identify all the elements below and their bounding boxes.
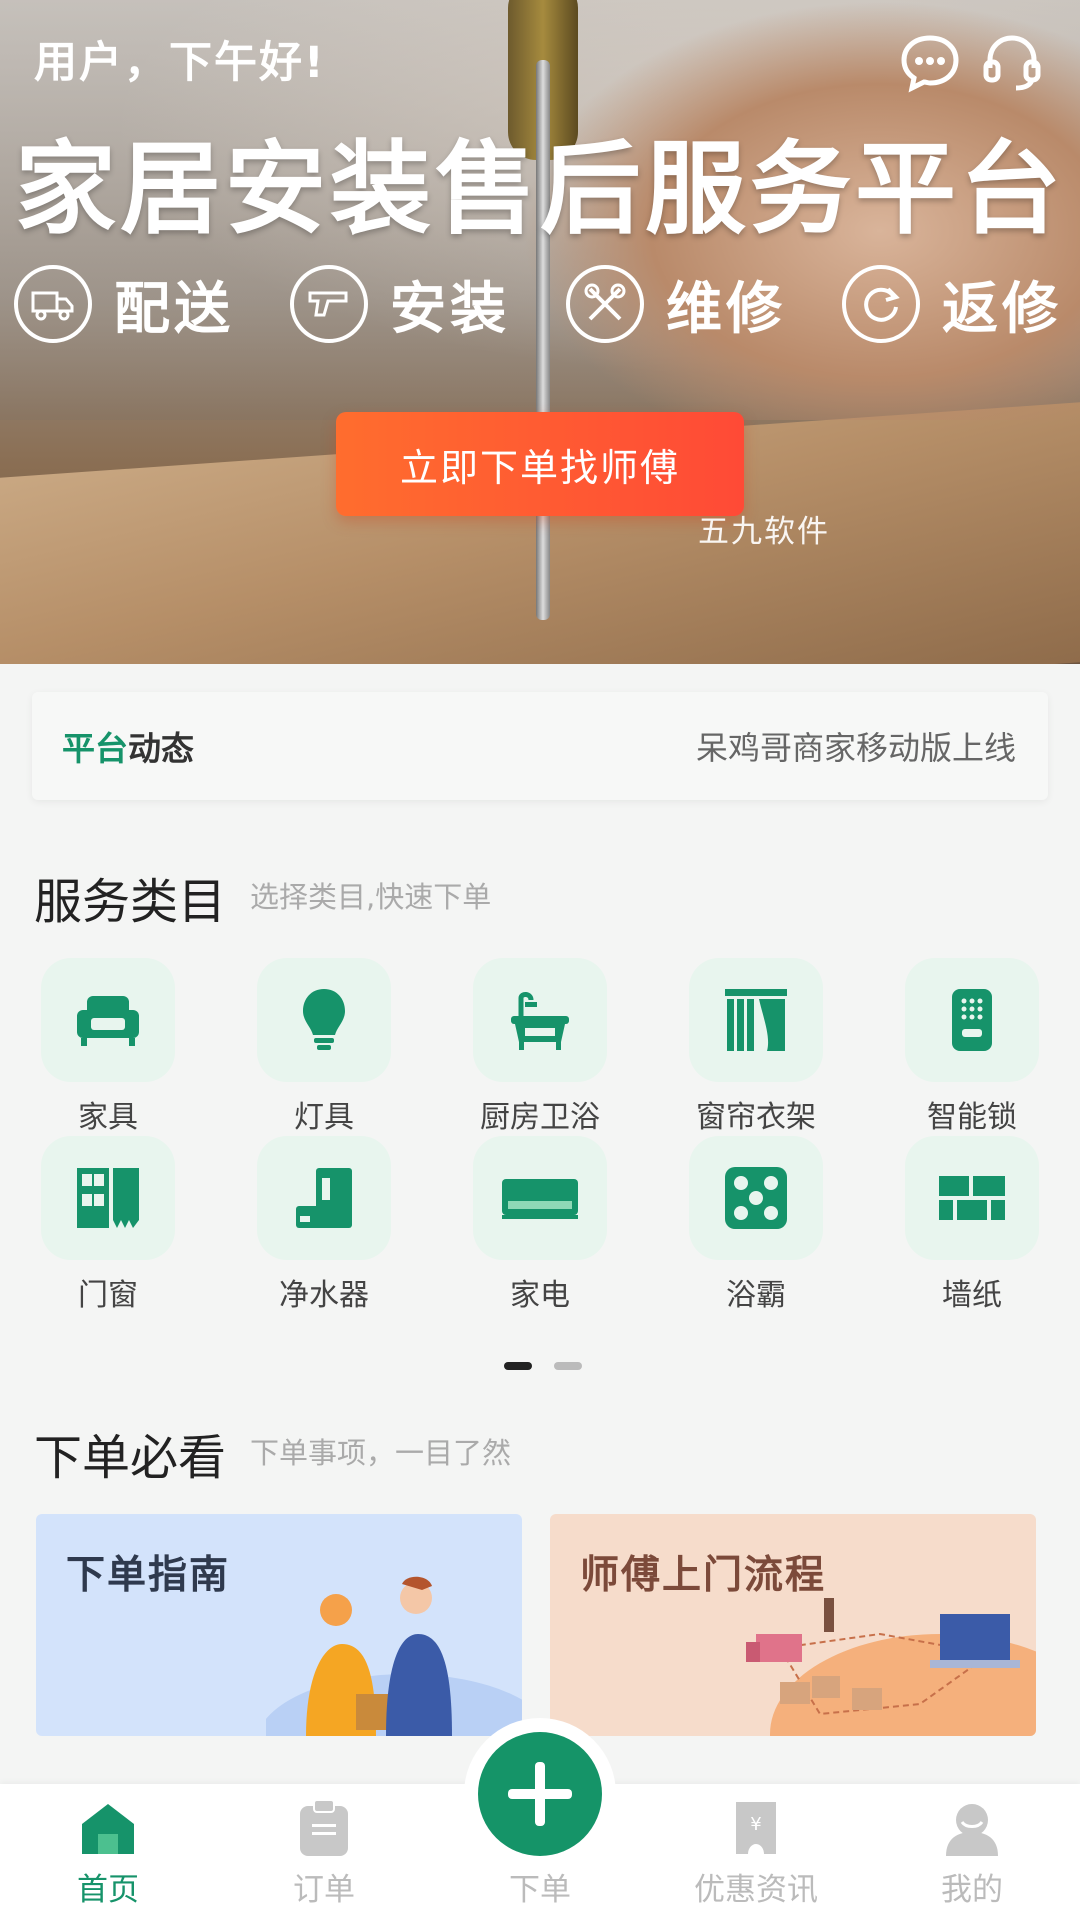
nav-orders[interactable]: 订单 [216, 1784, 432, 1920]
order-guide-title: 下单指南 [66, 1553, 231, 1598]
bath-heater-icon [689, 1136, 823, 1260]
nav-label: 订单 [293, 1872, 355, 1908]
service-name: 家具 [78, 1100, 138, 1135]
tools-icon [566, 265, 644, 343]
nav-home[interactable]: 首页 [0, 1784, 216, 1920]
service-name: 灯具 [294, 1100, 354, 1135]
greeting-text: 用户，下午好! [34, 38, 326, 88]
guide-title: 下单必看 [34, 1430, 227, 1486]
visit-process-card[interactable]: 师傅上门流程 [550, 1514, 1036, 1736]
air-conditioner-icon [473, 1136, 607, 1260]
page-dot-active[interactable] [504, 1362, 532, 1370]
nav-profile[interactable]: 我的 [864, 1784, 1080, 1920]
hero-title: 家居安装售后服务平台 [14, 130, 1065, 248]
feature-label: 维修 [666, 276, 786, 342]
service-door-window[interactable]: 门窗 [38, 1136, 178, 1314]
service-appliances[interactable]: 家电 [470, 1136, 610, 1314]
feature-install: 安装 [290, 264, 510, 344]
watermark: 五九软件 [698, 514, 830, 550]
chat-icon[interactable] [898, 30, 962, 94]
smart-lock-icon [905, 958, 1039, 1082]
nav-label: 下单 [509, 1872, 571, 1908]
door-window-icon [41, 1136, 175, 1260]
nav-label: 首页 [77, 1872, 139, 1908]
wallpaper-icon [905, 1136, 1039, 1260]
water-purifier-icon [257, 1136, 391, 1260]
services-subtitle: 选择类目,快速下单 [250, 880, 492, 914]
service-wallpaper[interactable]: 墙纸 [902, 1136, 1042, 1314]
service-furniture[interactable]: 家具 [38, 958, 178, 1136]
service-kitchen-bath[interactable]: 厨房卫浴 [470, 958, 610, 1136]
bulb-icon [257, 958, 391, 1082]
place-order-fab[interactable] [478, 1732, 602, 1856]
feature-label: 安装 [390, 276, 510, 342]
service-name: 门窗 [78, 1278, 138, 1313]
feature-label: 配送 [114, 276, 234, 342]
home-icon [78, 1798, 138, 1858]
service-name: 墙纸 [942, 1278, 1002, 1313]
svg-text:¥: ¥ [750, 1814, 761, 1835]
visit-process-illustration [746, 1598, 1036, 1736]
news-tag: 平台动态 [62, 722, 194, 770]
clipboard-icon [294, 1798, 354, 1858]
nav-label: 优惠资讯 [694, 1872, 818, 1908]
news-tag-green: 平台 [62, 729, 128, 768]
guide-subtitle: 下单事项，一目了然 [250, 1436, 512, 1470]
services-title: 服务类目 [34, 874, 227, 930]
service-water-purifier[interactable]: 净水器 [254, 1136, 394, 1314]
curtain-icon [689, 958, 823, 1082]
service-lighting[interactable]: 灯具 [254, 958, 394, 1136]
news-ticker[interactable]: 呆鸡哥商家移动版上线 [696, 692, 1048, 800]
headset-icon[interactable] [980, 30, 1044, 94]
hero-banner: 用户，下午好! 家居安装售后服务平台 配送 安装 维修 返修 立即下单找师傅 五… [0, 0, 1080, 664]
nav-label: 我的 [941, 1872, 1003, 1908]
order-guide-card[interactable]: 下单指南 [36, 1514, 522, 1736]
order-now-button[interactable]: 立即下单找师傅 [336, 412, 744, 516]
nav-promotions[interactable]: ¥ 优惠资讯 [648, 1784, 864, 1920]
feature-label: 返修 [942, 276, 1062, 342]
service-smart-lock[interactable]: 智能锁 [902, 958, 1042, 1136]
service-name: 净水器 [279, 1278, 369, 1313]
feature-rework: 返修 [842, 264, 1062, 344]
platform-news-bar[interactable]: 平台动态 呆鸡哥商家移动版上线 [32, 692, 1048, 800]
service-name: 浴霸 [726, 1278, 786, 1313]
service-name: 智能锁 [927, 1100, 1017, 1135]
coupon-icon: ¥ [726, 1798, 786, 1858]
sofa-icon [41, 958, 175, 1082]
service-bath-heater[interactable]: 浴霸 [686, 1136, 826, 1314]
feature-row: 配送 安装 维修 返修 [14, 264, 1080, 344]
plus-icon [508, 1762, 572, 1826]
pagination-dots [504, 1362, 584, 1370]
user-icon [942, 1798, 1002, 1858]
order-guide-illustration [266, 1576, 522, 1736]
feature-delivery: 配送 [14, 264, 234, 344]
page-dot[interactable] [554, 1362, 582, 1370]
service-curtain-rack[interactable]: 窗帘衣架 [686, 958, 826, 1136]
service-name: 家电 [510, 1278, 570, 1313]
truck-icon [14, 265, 92, 343]
service-name: 厨房卫浴 [480, 1100, 600, 1135]
bathtub-icon [473, 958, 607, 1082]
news-ticker-text: 呆鸡哥商家移动版上线 [696, 729, 1017, 767]
news-tag-dark: 动态 [128, 729, 194, 768]
service-name: 窗帘衣架 [696, 1100, 816, 1135]
feature-repair: 维修 [566, 264, 786, 344]
refresh-icon [842, 265, 920, 343]
drill-icon [290, 265, 368, 343]
